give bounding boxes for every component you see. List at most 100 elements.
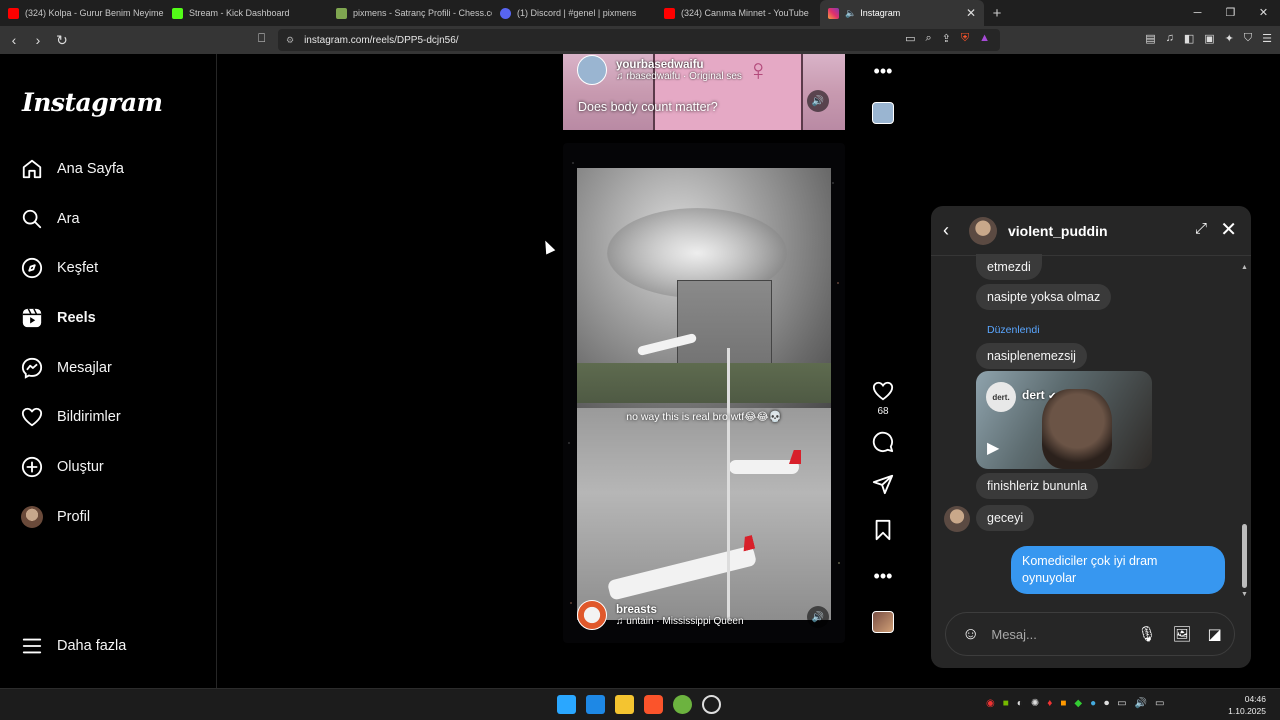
reel-current[interactable]: no way this is real bro wtf😂😂💀 breasts ♫… xyxy=(563,143,845,643)
tab-chess[interactable]: pixmens - Satranç Profili - Chess.com xyxy=(328,0,492,26)
message-input[interactable]: Mesaj... xyxy=(991,627,1121,642)
close-icon[interactable]: ✕ xyxy=(1220,217,1237,242)
tray-nvidia-icon[interactable]: ■ xyxy=(1003,698,1009,709)
more-options-icon[interactable]: ••• xyxy=(866,563,900,589)
minimize-icon[interactable]: ─ xyxy=(1181,0,1214,26)
chat-user-name[interactable]: violent_puddin xyxy=(1008,223,1108,239)
sidebar-item-messages[interactable]: Mesajlar xyxy=(20,353,112,383)
tab-instagram[interactable]: 🔈 Instagram ✕ xyxy=(820,0,984,26)
tray-app-icon[interactable]: ♦ xyxy=(1047,698,1052,709)
reader-icon[interactable]: ▤ xyxy=(1145,32,1155,45)
menu-icon[interactable]: ☰ xyxy=(1262,32,1272,45)
sidebar-item-home[interactable]: Ana Sayfa xyxy=(20,154,124,184)
leo-icon[interactable]: ✦ xyxy=(1225,32,1234,45)
message-bubble[interactable]: etmezdi xyxy=(976,254,1042,280)
close-window-icon[interactable]: ✕ xyxy=(1247,0,1280,26)
vpn-icon[interactable]: ⛉ xyxy=(1244,32,1252,45)
message-bubble[interactable]: nasiplenemezsij xyxy=(976,343,1087,369)
volume-icon[interactable]: 🔊 xyxy=(1135,698,1147,709)
reel-author-name[interactable]: yourbasedwaifu xyxy=(616,59,742,71)
address-bar[interactable]: ⚙ instagram.com/reels/DPP5-dcjn56/ ▭ ⌕ ⇪… xyxy=(278,29,1000,51)
audio-thumbnail-icon[interactable] xyxy=(872,611,894,633)
audio-thumbnail-icon[interactable] xyxy=(872,102,894,124)
reel-previous[interactable]: ♀ yourbasedwaifu ♫ rbasedwaifu · Origina… xyxy=(563,54,845,130)
brave-shield-icon[interactable]: ⛨ xyxy=(961,32,969,45)
scroll-down-icon[interactable]: ▼ xyxy=(1241,591,1248,598)
tray-app-icon[interactable]: ◐ xyxy=(1017,698,1023,709)
chat-avatar[interactable] xyxy=(969,216,997,245)
reel-audio-link[interactable]: ♫ rbasedwaifu · Original ses xyxy=(616,71,742,82)
message-bubble[interactable]: geceyi xyxy=(976,505,1035,531)
site-info-icon[interactable]: ⚙ xyxy=(286,35,294,46)
instagram-logo[interactable]: Instagram xyxy=(22,88,163,117)
comment-icon[interactable] xyxy=(866,429,900,455)
sidebar-item-reels[interactable]: Reels xyxy=(20,303,96,333)
restore-icon[interactable]: ❐ xyxy=(1214,0,1247,26)
sidebar-item-explore[interactable]: Keşfet xyxy=(20,253,98,283)
network-icon[interactable]: ▭ xyxy=(1117,698,1126,709)
save-bookmark-icon[interactable] xyxy=(866,517,900,543)
volume-icon[interactable]: 🔊 xyxy=(807,606,829,628)
sidebar-item-notifications[interactable]: Bildirimler xyxy=(20,402,121,432)
steam-icon[interactable] xyxy=(702,695,721,714)
sticker-icon[interactable]: ◪ xyxy=(1207,625,1221,643)
tray-app-icon[interactable]: ✺ xyxy=(1031,698,1039,709)
microphone-icon[interactable]: 🎙 xyxy=(1137,625,1156,643)
tab-youtube-canima[interactable]: (324) Canıma Minnet - YouTube xyxy=(656,0,820,26)
scroll-up-icon[interactable]: ▲ xyxy=(1241,264,1248,271)
sidebar-item-search[interactable]: Ara xyxy=(20,204,80,234)
forward-icon[interactable]: › xyxy=(28,32,48,48)
battery-icon[interactable]: ▭ xyxy=(1155,698,1164,709)
like-heart-icon[interactable] xyxy=(866,378,900,404)
photos-icon[interactable] xyxy=(586,695,605,714)
tab-close-icon[interactable]: ✕ xyxy=(966,6,976,20)
cast-icon[interactable]: ▭ xyxy=(905,32,915,45)
more-options-icon[interactable]: ••• xyxy=(866,58,900,84)
bookmark-icon[interactable]: ⎕ xyxy=(258,31,265,46)
share-send-icon[interactable] xyxy=(866,471,900,497)
new-tab-button[interactable]: + xyxy=(984,5,1010,22)
tray-app-icon[interactable]: ■ xyxy=(1060,698,1066,709)
sidebar-item-more[interactable]: Daha fazla xyxy=(20,631,126,661)
chevron-left-icon[interactable]: ‹ xyxy=(943,220,959,241)
reel-audio-link[interactable]: ♫ untain · Mississippi Queen xyxy=(616,616,744,627)
scrollbar-thumb[interactable] xyxy=(1242,524,1247,588)
message-bubble[interactable]: nasipte yoksa olmaz xyxy=(976,284,1112,310)
sidebar-item-create[interactable]: Oluştur xyxy=(20,452,104,482)
sidebar-toggle-icon[interactable]: ◧ xyxy=(1184,32,1194,45)
microphone-icon[interactable]: ⏺ xyxy=(1104,698,1109,709)
reload-icon[interactable]: ↻ xyxy=(52,32,72,49)
sender-avatar[interactable] xyxy=(944,506,970,532)
reel-author-name[interactable]: breasts xyxy=(616,604,744,616)
wallet-icon[interactable]: ▣ xyxy=(1204,32,1214,45)
back-icon[interactable]: ‹ xyxy=(4,32,24,48)
tab-discord[interactable]: (1) Discord | #genel | pixmens xyxy=(492,0,656,26)
emoji-icon[interactable]: ☺ xyxy=(962,624,979,644)
volume-icon[interactable]: 🔊 xyxy=(807,90,829,112)
reel-author-avatar[interactable] xyxy=(577,55,607,85)
media-icon[interactable]: ♫ xyxy=(1166,32,1174,45)
message-bubble[interactable]: finishleriz bununla xyxy=(976,473,1099,499)
tray-app-icon[interactable]: ◆ xyxy=(1074,698,1082,709)
windows-start-icon[interactable] xyxy=(557,695,576,714)
sidebar-item-profile[interactable]: Profil xyxy=(20,502,90,532)
system-clock[interactable]: 04:46 1.10.2025 xyxy=(1228,693,1266,717)
image-icon[interactable]: 🖼 xyxy=(1172,625,1191,643)
app-icon[interactable] xyxy=(673,695,692,714)
share-icon[interactable]: ⇪ xyxy=(942,32,951,45)
like-count[interactable]: 68 xyxy=(877,406,888,417)
chat-scrollbar[interactable]: ▲ ▼ xyxy=(1241,264,1248,598)
tray-app-icon[interactable]: ◉ xyxy=(986,698,995,709)
reel-video[interactable]: no way this is real bro wtf😂😂💀 xyxy=(577,168,831,620)
tab-youtube-kolpa[interactable]: (324) Kolpa - Gurur Benim Neyime (C xyxy=(0,0,164,26)
zoom-icon[interactable]: ⌕ xyxy=(925,32,931,45)
reel-author-avatar[interactable] xyxy=(577,600,607,630)
file-explorer-icon[interactable] xyxy=(615,695,634,714)
tray-app-icon[interactable]: ● xyxy=(1090,698,1096,709)
brave-browser-icon[interactable] xyxy=(644,695,663,714)
shared-reel-card[interactable]: dert. dert ✔ ▶ xyxy=(976,371,1152,469)
expand-icon[interactable]: ⤢ xyxy=(1195,220,1207,237)
tab-kick[interactable]: Stream - Kick Dashboard xyxy=(164,0,328,26)
brave-rewards-icon[interactable]: ▲ xyxy=(979,32,990,45)
my-message-bubble[interactable]: Komediciler çok iyi dram oynuyolar xyxy=(1011,546,1225,594)
